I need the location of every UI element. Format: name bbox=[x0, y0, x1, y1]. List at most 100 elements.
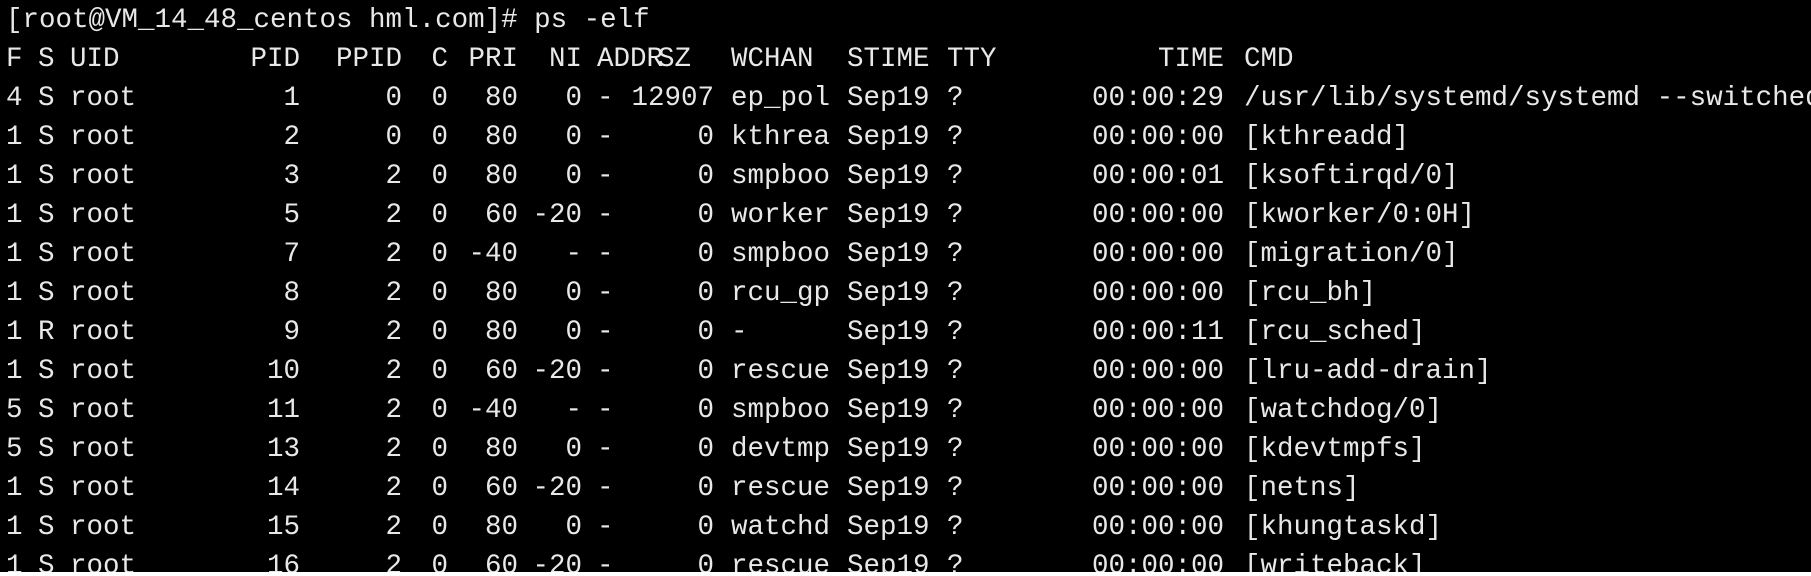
cell-time: 00:00:00 bbox=[1091, 395, 1224, 426]
cell-pri: -40 bbox=[468, 239, 518, 270]
cell-stime: Sep19 bbox=[847, 434, 930, 465]
cell-sz: 0 bbox=[697, 239, 714, 270]
cell-f: 5 bbox=[6, 434, 23, 465]
cell-cmd: [rcu_bh] bbox=[1244, 278, 1377, 309]
cell-ppid: 2 bbox=[385, 434, 402, 465]
cell-sz: 0 bbox=[697, 512, 714, 543]
cell-s: S bbox=[38, 122, 55, 153]
column-header-sz: SZ bbox=[658, 44, 692, 75]
cell-tty: ? bbox=[947, 395, 964, 426]
terminal-window[interactable]: [root@VM_14_48_centos hml.com]# ps -elf … bbox=[0, 0, 1811, 576]
cell-s: S bbox=[38, 434, 55, 465]
cell-uid: root bbox=[70, 239, 137, 270]
cell-cmd: [migration/0] bbox=[1244, 239, 1459, 270]
cell-time: 00:00:00 bbox=[1091, 278, 1224, 309]
cell-pri: 80 bbox=[484, 83, 518, 114]
cell-sz: 12907 bbox=[631, 83, 714, 114]
cell-pri: 80 bbox=[484, 317, 518, 348]
cell-wchan: watchd bbox=[731, 512, 831, 543]
cell-ni: -20 bbox=[532, 200, 582, 231]
cell-wchan: smpboo bbox=[731, 161, 831, 192]
cell-pri: -40 bbox=[468, 395, 518, 426]
cell-ni: 0 bbox=[565, 317, 582, 348]
cell-pid: 8 bbox=[283, 278, 300, 309]
cell-sz: 0 bbox=[697, 434, 714, 465]
cell-ppid: 2 bbox=[385, 473, 402, 504]
cell-s: S bbox=[38, 83, 55, 114]
cell-sz: 0 bbox=[697, 200, 714, 231]
cell-ppid: 0 bbox=[385, 122, 402, 153]
table-row: 5 S root 11 2 0 -40 - - 0 smpboo Sep19 ?… bbox=[0, 391, 1811, 430]
column-header-time: TIME bbox=[1157, 44, 1224, 75]
table-row: 1 S root 14 2 0 60 -20 - 0 rescue Sep19 … bbox=[0, 469, 1811, 508]
cell-pid: 9 bbox=[283, 317, 300, 348]
cell-cmd: [rcu_sched] bbox=[1244, 317, 1426, 348]
column-header-stime: STIME bbox=[847, 44, 930, 75]
cell-tty: ? bbox=[947, 200, 964, 231]
cell-cmd: [kthreadd] bbox=[1244, 122, 1410, 153]
cell-sz: 0 bbox=[697, 395, 714, 426]
column-header-s: S bbox=[38, 44, 55, 75]
cell-stime: Sep19 bbox=[847, 122, 930, 153]
cell-sz: 0 bbox=[697, 122, 714, 153]
cell-cmd: [kdevtmpfs] bbox=[1244, 434, 1426, 465]
cell-tty: ? bbox=[947, 239, 964, 270]
cell-f: 1 bbox=[6, 317, 23, 348]
cell-ppid: 2 bbox=[385, 239, 402, 270]
column-header-addr: ADDR bbox=[597, 44, 664, 75]
column-header-ppid: PPID bbox=[335, 44, 402, 75]
cell-pid: 14 bbox=[266, 473, 300, 504]
cell-ni: 0 bbox=[565, 434, 582, 465]
column-header-wchan: WCHAN bbox=[731, 44, 814, 75]
cell-stime: Sep19 bbox=[847, 161, 930, 192]
table-row: 4 S root 1 0 0 80 0 - 12907 ep_pol Sep19… bbox=[0, 79, 1811, 118]
cell-time: 00:00:00 bbox=[1091, 356, 1224, 387]
cell-ppid: 2 bbox=[385, 278, 402, 309]
cell-stime: Sep19 bbox=[847, 239, 930, 270]
cell-time: 00:00:11 bbox=[1091, 317, 1224, 348]
cell-c: 0 bbox=[431, 317, 448, 348]
cell-ni: 0 bbox=[565, 278, 582, 309]
cell-f: 1 bbox=[6, 512, 23, 543]
cell-f: 5 bbox=[6, 395, 23, 426]
cell-wchan: - bbox=[731, 317, 748, 348]
cell-pid: 10 bbox=[266, 356, 300, 387]
cell-tty: ? bbox=[947, 83, 964, 114]
cell-cmd: [khungtaskd] bbox=[1244, 512, 1443, 543]
cell-f: 4 bbox=[6, 83, 23, 114]
cell-wchan: ep_pol bbox=[731, 83, 831, 114]
cell-s: S bbox=[38, 395, 55, 426]
cell-c: 0 bbox=[431, 512, 448, 543]
cell-pri: 80 bbox=[484, 512, 518, 543]
cell-ni: -20 bbox=[532, 356, 582, 387]
cell-stime: Sep19 bbox=[847, 317, 930, 348]
cell-pid: 1 bbox=[283, 83, 300, 114]
cell-uid: root bbox=[70, 434, 137, 465]
cell-uid: root bbox=[70, 83, 137, 114]
cell-pri: 60 bbox=[484, 356, 518, 387]
cell-stime: Sep19 bbox=[847, 356, 930, 387]
cell-tty: ? bbox=[947, 122, 964, 153]
cell-ni: - bbox=[565, 395, 582, 426]
process-table: F S UID PID PPID C PRI NI ADDR SZ WCHAN … bbox=[0, 40, 1811, 576]
cell-tty: ? bbox=[947, 356, 964, 387]
cell-pid: 3 bbox=[283, 161, 300, 192]
cell-pid: 13 bbox=[266, 434, 300, 465]
cell-cmd: /usr/lib/systemd/systemd --switched bbox=[1244, 83, 1811, 114]
cell-cmd: [lru-add-drain] bbox=[1244, 356, 1492, 387]
cell-s: S bbox=[38, 512, 55, 543]
cell-ppid: 2 bbox=[385, 161, 402, 192]
cell-time: 00:00:00 bbox=[1091, 122, 1224, 153]
cell-pri: 80 bbox=[484, 434, 518, 465]
cell-cmd: [watchdog/0] bbox=[1244, 395, 1443, 426]
cell-tty: ? bbox=[947, 434, 964, 465]
cell-f: 1 bbox=[6, 122, 23, 153]
cell-sz: 0 bbox=[697, 161, 714, 192]
table-row: 5 S root 13 2 0 80 0 - 0 devtmp Sep19 ? … bbox=[0, 430, 1811, 469]
cell-c: 0 bbox=[431, 434, 448, 465]
cell-pid: 11 bbox=[266, 395, 300, 426]
cell-ppid: 0 bbox=[385, 83, 402, 114]
cell-c: 0 bbox=[431, 200, 448, 231]
cell-wchan: rcu_gp bbox=[731, 278, 831, 309]
cell-time: 00:00:00 bbox=[1091, 200, 1224, 231]
